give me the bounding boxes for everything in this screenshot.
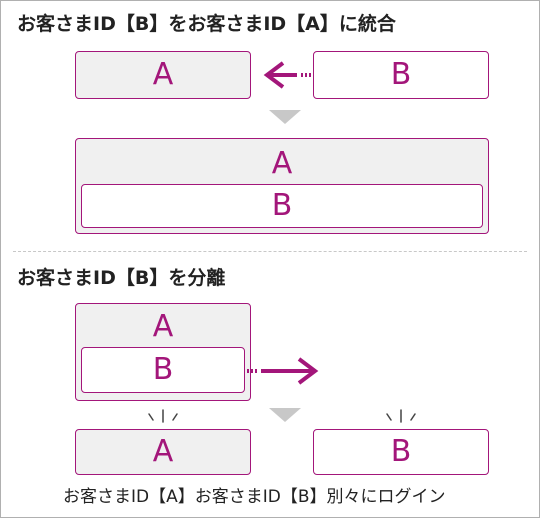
diagram-frame: お客さまID【B】をお客さまID【A】に統合 A B A B お客さまID【B】… <box>0 0 540 518</box>
split-down-arrow <box>269 408 301 422</box>
sparkle-icon-b <box>386 409 416 423</box>
merge-arrow-left <box>263 61 311 89</box>
sparkle-icon-a <box>148 409 178 423</box>
merge-down-arrow <box>269 110 301 124</box>
split-arrow-right <box>247 357 319 385</box>
diagram-arrows <box>148 61 416 423</box>
